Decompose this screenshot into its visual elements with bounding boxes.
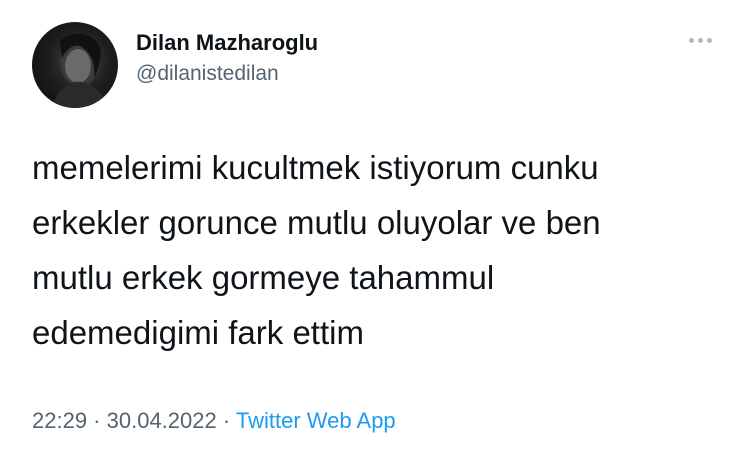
more-options-icon [688, 37, 694, 43]
more-options-icon-dot [706, 37, 712, 43]
tweet-time[interactable]: 22:29 [32, 408, 87, 433]
more-options-icon-dot [697, 37, 703, 43]
profile-photo-icon [52, 33, 108, 108]
tweet-text-line: erkekler gorunce mutlu oluyolar ve ben [32, 204, 601, 241]
meta-separator: · [216, 408, 236, 433]
user-handle[interactable]: @dilanistedilan [136, 62, 279, 86]
tweet-text-line: mutlu erkek gormeye tahammul [32, 259, 495, 296]
tweet-card: Dilan Mazharoglu @dilanistedilan memeler… [0, 0, 750, 463]
tweet-text-line: memelerimi kucultmek istiyorum cunku [32, 149, 599, 186]
more-options-button[interactable] [680, 28, 720, 52]
display-name[interactable]: Dilan Mazharoglu [136, 30, 318, 56]
tweet-meta: 22:29 · 30.04.2022 · Twitter Web App [32, 408, 396, 434]
tweet-date[interactable]: 30.04.2022 [107, 408, 217, 433]
meta-separator: · [87, 408, 107, 433]
tweet-source-link[interactable]: Twitter Web App [236, 408, 396, 433]
tweet-text: memelerimi kucultmek istiyorum cunku erk… [32, 140, 722, 360]
avatar[interactable] [32, 22, 118, 108]
tweet-text-line: edemedigimi fark ettim [32, 314, 364, 351]
